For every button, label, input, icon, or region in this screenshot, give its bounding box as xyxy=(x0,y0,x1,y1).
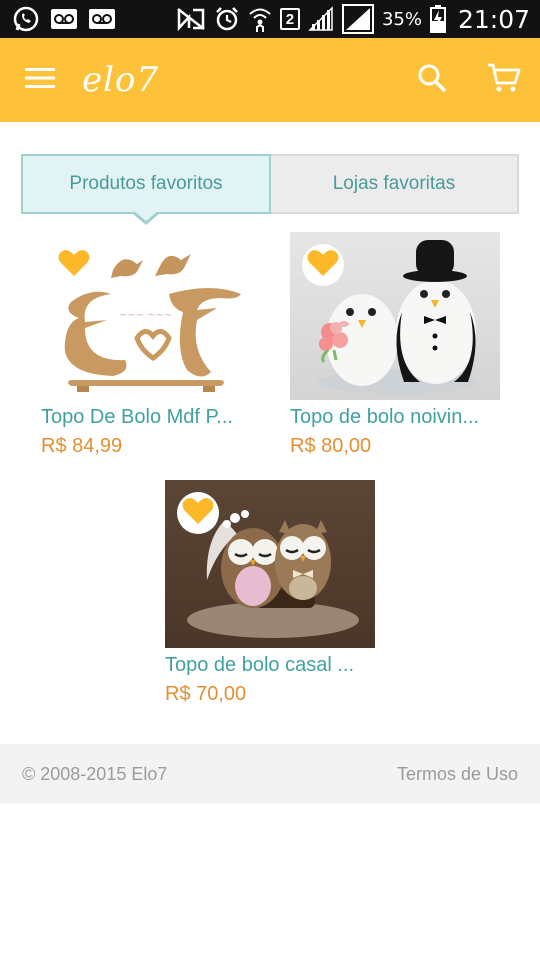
favorite-button[interactable] xyxy=(302,244,344,286)
favorites-tabs: Produtos favoritos Lojas favoritas xyxy=(21,154,519,225)
product-price: R$ 84,99 xyxy=(41,435,123,457)
voicemail-icon xyxy=(50,8,78,30)
product-image[interactable] xyxy=(165,480,375,648)
copyright-text: © 2008-2015 Elo7 xyxy=(22,763,168,784)
product-image[interactable] xyxy=(290,232,500,400)
search-button[interactable] xyxy=(396,38,468,122)
voicemail-icon xyxy=(88,8,116,30)
battery-percent: 35% xyxy=(381,8,422,30)
battery-charging-icon xyxy=(429,5,446,33)
product-card[interactable]: Topo de bolo casal ... R$ 70,00 xyxy=(165,480,375,706)
tab-label: Lojas favoritas xyxy=(332,173,456,194)
signal-icon xyxy=(308,6,334,32)
app-bar: elo7 xyxy=(0,38,540,122)
menu-button[interactable] xyxy=(0,38,80,122)
tab-produtos-favoritos[interactable]: Produtos favoritos xyxy=(21,154,271,225)
heart-icon xyxy=(307,249,339,282)
alarm-icon xyxy=(214,6,240,32)
product-title[interactable]: Topo de bolo noivin... xyxy=(290,406,500,429)
status-bar: 2 35% 21:07 xyxy=(0,0,540,38)
sim-slot-badge: 2 xyxy=(279,8,300,30)
menu-icon xyxy=(25,67,55,94)
search-icon xyxy=(417,63,447,98)
active-tab-indicator xyxy=(132,211,160,225)
cart-button[interactable] xyxy=(468,38,540,122)
heart-icon xyxy=(58,249,90,282)
product-price: R$ 70,00 xyxy=(165,683,247,705)
product-card[interactable]: ~~~ ~~~ Topo De Bolo Mdf P... R$ 84,99 xyxy=(41,232,251,458)
app-logo[interactable]: elo7 xyxy=(82,60,159,100)
product-title[interactable]: Topo De Bolo Mdf P... xyxy=(41,406,251,429)
svg-text:~~~ ~~~: ~~~ ~~~ xyxy=(119,310,172,321)
footer: © 2008-2015 Elo7 Termos de Uso xyxy=(0,744,540,804)
tab-label: Produtos favoritos xyxy=(69,173,223,194)
product-image[interactable]: ~~~ ~~~ xyxy=(41,232,251,400)
tab-lojas-favoritas[interactable]: Lojas favoritas xyxy=(271,154,519,214)
favorite-button[interactable] xyxy=(177,492,219,534)
whatsapp-icon xyxy=(12,5,40,33)
favorite-button[interactable] xyxy=(53,244,95,286)
no-nfc-icon xyxy=(176,7,206,31)
product-price: R$ 80,00 xyxy=(290,435,372,457)
product-title[interactable]: Topo de bolo casal ... xyxy=(165,654,375,677)
cart-icon xyxy=(487,63,521,98)
wifi-icon xyxy=(248,5,272,33)
product-card[interactable]: Topo de bolo noivin... R$ 80,00 xyxy=(290,232,500,458)
signal-icon xyxy=(341,4,374,34)
heart-icon xyxy=(182,497,214,530)
terms-of-use-link[interactable]: Termos de Uso xyxy=(397,764,518,785)
clock: 21:07 xyxy=(457,4,530,34)
